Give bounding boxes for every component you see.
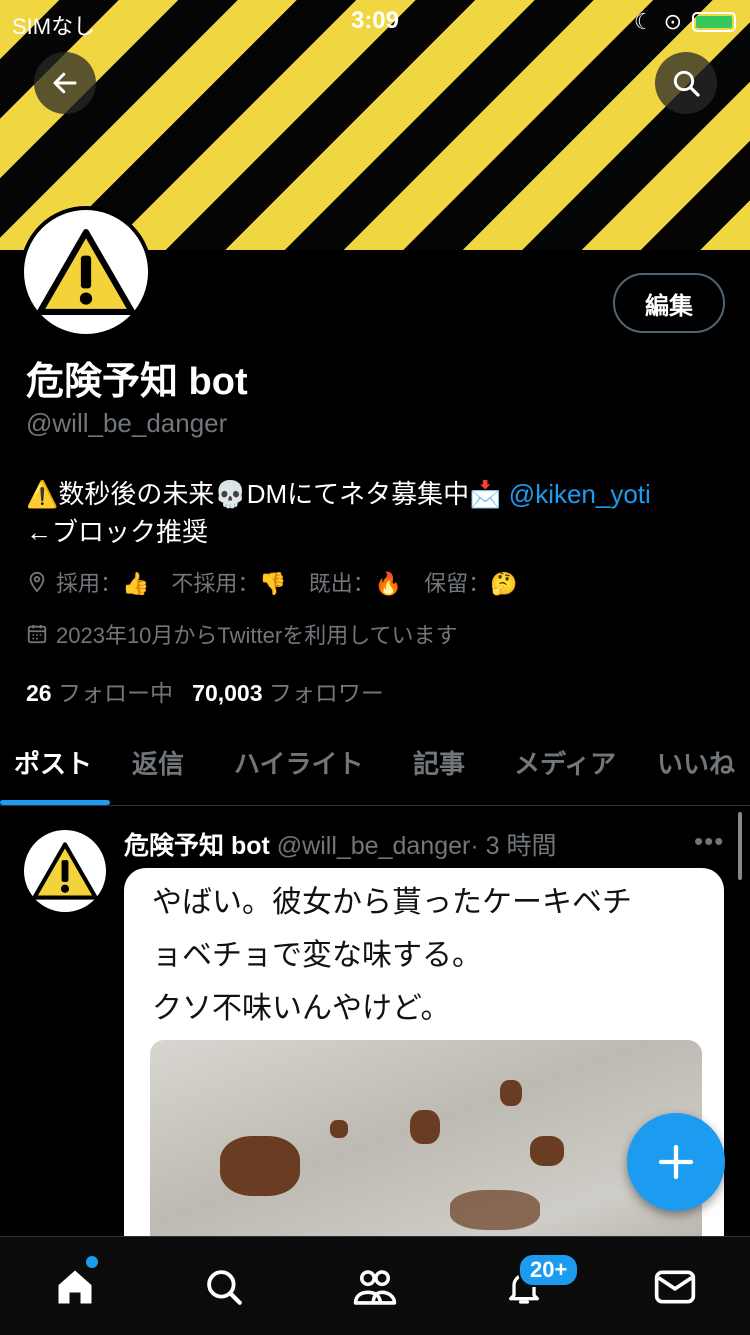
warning-sign-icon [36, 229, 136, 315]
tab-highlights[interactable]: ハイライト [234, 744, 363, 781]
tab-posts[interactable]: ポスト [14, 744, 92, 781]
tweet-author-name[interactable]: 危険予知 bot [124, 832, 270, 860]
tab-articles[interactable]: 記事 [413, 744, 465, 781]
location-row: 採用：👍 不採用：👎 既出：🔥 保留：🤔 [26, 566, 518, 598]
tweet-timestamp: · 3 時間 [470, 832, 557, 860]
tweet-author-avatar[interactable] [24, 830, 106, 912]
followers-count: 70,003 [192, 680, 263, 706]
tweet-more-button[interactable]: ••• [694, 826, 724, 857]
profile-tabs: ポスト 返信 ハイライト 記事 メディア いいね [0, 730, 750, 806]
status-icons: ☾ ⊙ [634, 9, 736, 35]
home-icon [58, 1270, 92, 1304]
followers-link[interactable]: 70,003 フォロワー [192, 680, 384, 706]
back-button[interactable] [34, 52, 96, 114]
profile-avatar[interactable] [20, 206, 152, 338]
following-count: 26 [26, 680, 52, 706]
joined-text: 2023年10月からTwitterを利用しています [56, 623, 458, 648]
envelope-icon [654, 1270, 696, 1304]
tweet-header: 危険予知 bot @will_be_danger· 3 時間 [124, 826, 556, 862]
plus-icon [658, 1144, 694, 1180]
location-pin-icon [29, 571, 45, 593]
rotation-lock-icon: ⊙ [663, 9, 682, 34]
search-icon [673, 70, 700, 97]
calendar-icon [27, 624, 47, 644]
status-bar: SIMなし 3:09 ☾ ⊙ [0, 0, 750, 44]
bottom-navigation [0, 1236, 750, 1335]
followers-label: フォロワー [268, 680, 384, 706]
moon-icon: ☾ [633, 9, 654, 34]
warning-sign-icon [32, 842, 98, 900]
nav-search[interactable] [194, 1259, 254, 1315]
username-handle: @will_be_danger [26, 408, 228, 438]
tweet-author-handle: @will_be_danger [276, 832, 471, 860]
search-icon [207, 1270, 242, 1305]
search-button[interactable] [655, 52, 717, 114]
bio-text: ⚠️数秒後の未来💀DMにてネタ募集中📩 [26, 479, 502, 509]
nav-home[interactable] [45, 1259, 105, 1315]
tab-likes[interactable]: いいね [657, 744, 735, 781]
active-tab-indicator [0, 800, 110, 805]
bio-line-2: ←ブロック推奨 [26, 517, 209, 547]
scrollbar[interactable] [738, 812, 742, 880]
bio-mention-link[interactable]: @kiken_yoti [509, 479, 651, 509]
bio-line-1: ⚠️数秒後の未来💀DMにてネタ募集中📩 @kiken_yoti [26, 474, 651, 511]
follow-stats: 26 フォロー中 70,003 フォロワー [26, 674, 384, 708]
battery-icon [692, 12, 736, 32]
notification-badge: 20+ [518, 1253, 580, 1287]
edit-profile-button[interactable]: 編集 [613, 273, 725, 333]
tweet-image-text: やばい。彼女から貰ったケーキベチ ョベチョで変な味する。 クソ不味いんやけど。 [152, 886, 632, 1025]
compose-post-button[interactable] [627, 1113, 725, 1211]
arrow-left-icon [53, 72, 77, 94]
joined-row: 2023年10月からTwitterを利用しています [26, 618, 458, 650]
tweet-media-card[interactable]: やばい。彼女から貰ったケーキベチ ョベチョで変な味する。 クソ不味いんやけど。 [124, 868, 724, 1288]
home-unread-dot [86, 1256, 98, 1268]
tab-media[interactable]: メディア [514, 744, 616, 781]
following-label: フォロー中 [57, 680, 173, 706]
tab-replies[interactable]: 返信 [132, 744, 184, 781]
communities-icon [353, 1270, 397, 1305]
following-link[interactable]: 26 フォロー中 [26, 680, 173, 706]
nav-messages[interactable] [645, 1259, 705, 1315]
display-name: 危険予知 bot [26, 361, 248, 403]
location-text: 採用：👍 不採用：👎 既出：🔥 保留：🤔 [56, 571, 518, 596]
nav-communities[interactable] [345, 1259, 405, 1315]
